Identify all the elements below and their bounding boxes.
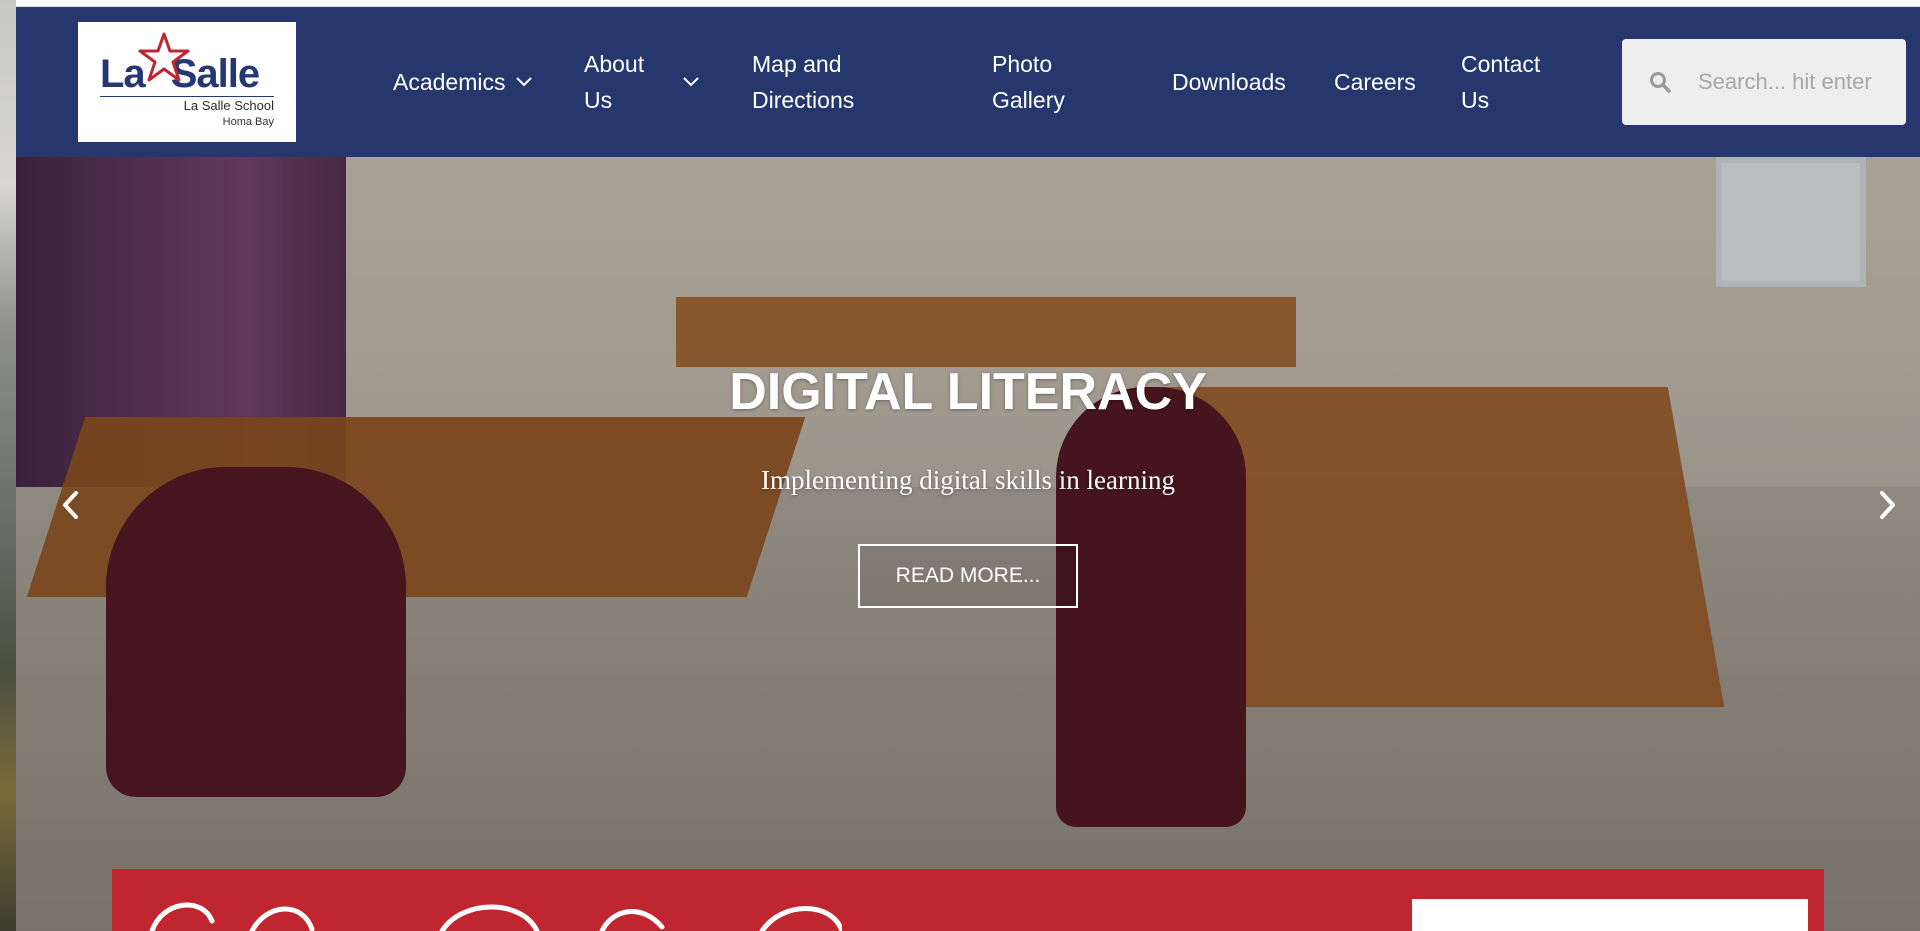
- nav-item-contact-us[interactable]: Contact Us: [1461, 7, 1540, 157]
- hero-slider: DIGITAL LITERACY Implementing digital sk…: [16, 157, 1920, 931]
- read-more-button[interactable]: READ MORE...: [858, 544, 1078, 608]
- nav-label: Careers: [1334, 69, 1416, 95]
- search-input[interactable]: [1698, 63, 1888, 101]
- nav-item-photo-gallery[interactable]: Photo Gallery: [992, 7, 1065, 157]
- site-header: La Salle La Salle School Homa Bay Academi…: [16, 7, 1920, 157]
- school-logo[interactable]: La Salle La Salle School Homa Bay: [78, 22, 296, 142]
- chevron-left-icon[interactable]: [56, 485, 86, 525]
- nav-item-about-us[interactable]: About Us: [584, 7, 700, 157]
- nav-label: Downloads: [1172, 69, 1286, 95]
- hero-subtitle: Implementing digital skills in learning: [761, 465, 1175, 495]
- logo-divider: [100, 96, 274, 97]
- nav-label: Map and Directions: [752, 51, 855, 113]
- nav-label: Academics: [393, 69, 506, 95]
- logo-subtitle: La Salle School: [183, 98, 274, 113]
- nav-label: Contact Us: [1461, 51, 1541, 113]
- nav-item-careers[interactable]: Careers: [1334, 7, 1416, 157]
- star-icon: [138, 32, 190, 82]
- top-border: [16, 0, 1920, 7]
- nav-item-academics[interactable]: Academics: [393, 7, 533, 157]
- nav-item-downloads[interactable]: Downloads: [1172, 7, 1286, 157]
- banner-script-text-cropped: [149, 902, 842, 931]
- banner-white-box[interactable]: [1412, 899, 1808, 931]
- nav-label: Photo Gallery: [992, 51, 1065, 113]
- chevron-right-icon[interactable]: [1872, 485, 1902, 525]
- desktop-background-strip: [0, 0, 16, 931]
- hero-title: DIGITAL LITERACY: [729, 363, 1207, 421]
- nav-label: About Us: [584, 51, 645, 113]
- chevron-down-icon[interactable]: [682, 76, 700, 88]
- search-icon: [1650, 72, 1671, 93]
- chevron-down-icon[interactable]: [515, 76, 533, 88]
- nav-item-map-directions[interactable]: Map and Directions: [752, 7, 854, 157]
- logo-location: Homa Bay: [222, 116, 274, 128]
- website-page: La Salle La Salle School Homa Bay Academi…: [16, 0, 1920, 931]
- search-box[interactable]: [1622, 39, 1906, 125]
- red-banner: [112, 869, 1824, 931]
